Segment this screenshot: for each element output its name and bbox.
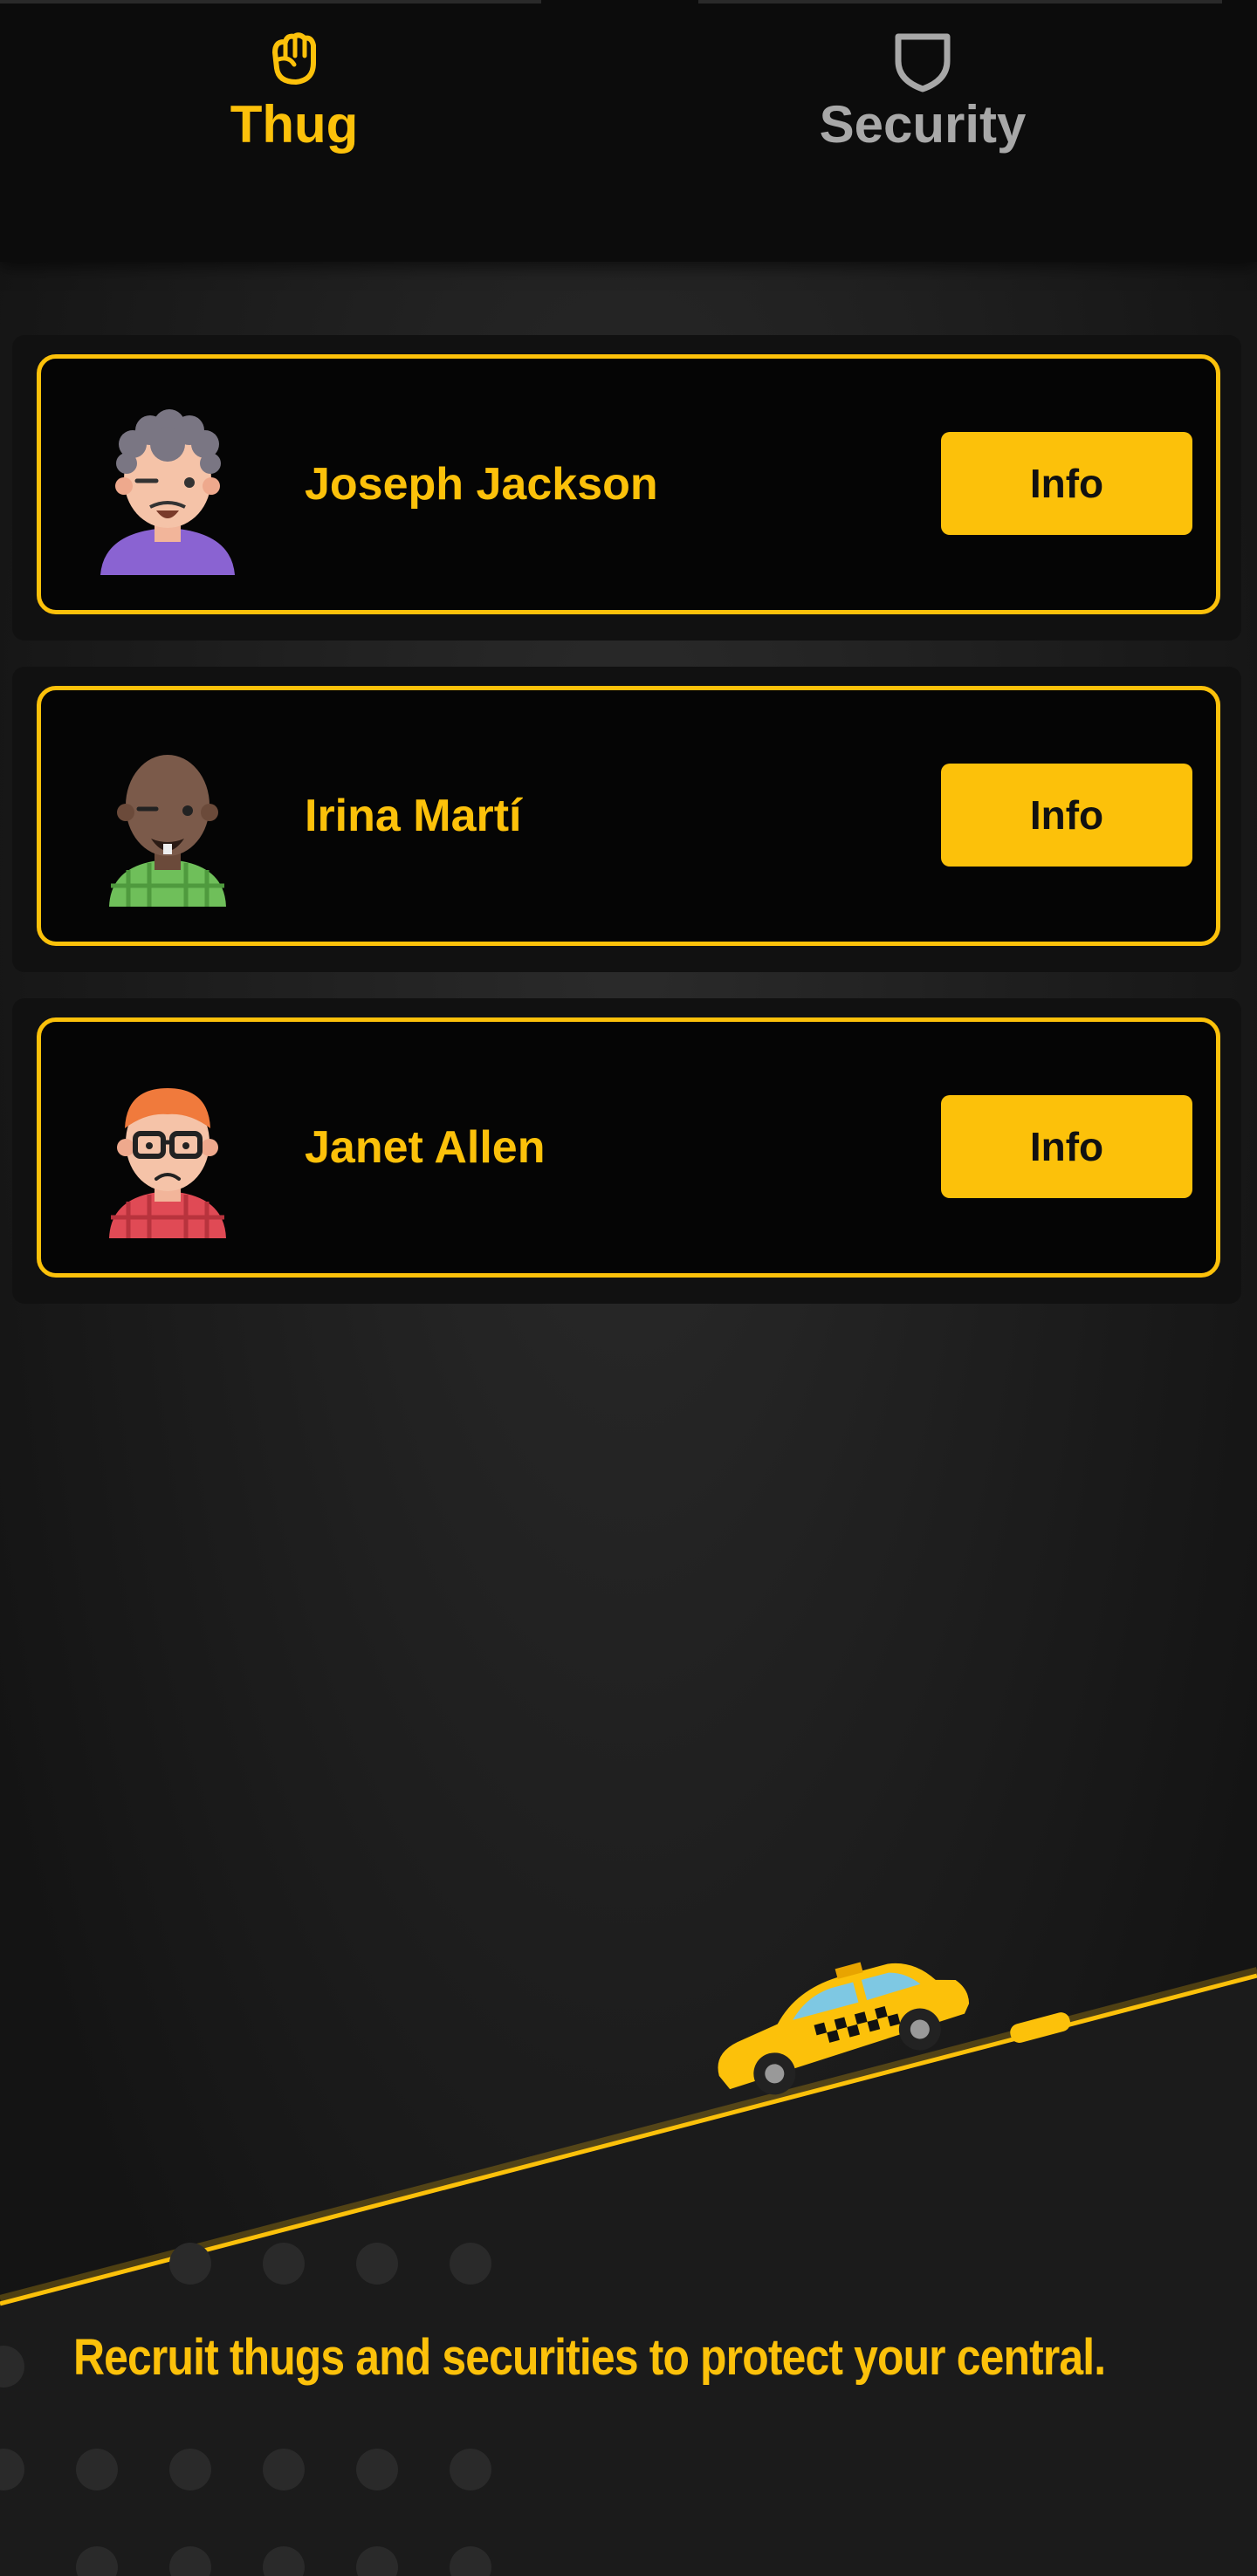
- tab-indicator-thug: [0, 0, 541, 3]
- tab-thug-label: Thug: [230, 95, 359, 154]
- info-button[interactable]: Info: [941, 1095, 1192, 1198]
- list-item: Irina Martí Info: [12, 667, 1241, 972]
- recruit-card: Janet Allen Info: [37, 1017, 1220, 1278]
- info-button[interactable]: Info: [941, 432, 1192, 535]
- list-item: Joseph Jackson Info: [12, 335, 1241, 641]
- avatar-curly-purple-shirt: [100, 409, 235, 575]
- recruit-card: Joseph Jackson Info: [37, 354, 1220, 614]
- recruit-name: Irina Martí: [305, 791, 522, 841]
- tab-indicator-security: [698, 0, 1222, 3]
- fist-icon: [272, 32, 316, 85]
- avatar-bald-green-shirt: [109, 755, 226, 907]
- tab-security-label: Security: [819, 95, 1027, 154]
- recruit-name: Janet Allen: [305, 1122, 546, 1173]
- avatar-glasses-red-shirt: [109, 1088, 226, 1238]
- info-button[interactable]: Info: [941, 764, 1192, 867]
- recruit-card: Irina Martí Info: [37, 686, 1220, 946]
- road-hill-illustration: [0, 1962, 1257, 2576]
- tab-thug[interactable]: Thug: [120, 26, 469, 175]
- shield-icon: [895, 33, 951, 92]
- recruit-name: Joseph Jackson: [305, 459, 658, 510]
- tab-security[interactable]: Security: [748, 26, 1097, 175]
- tab-bar: Thug Security: [0, 0, 1257, 262]
- list-item: Janet Allen Info: [12, 998, 1241, 1304]
- footer-message: Recruit thugs and securities to protect …: [73, 2329, 1106, 2386]
